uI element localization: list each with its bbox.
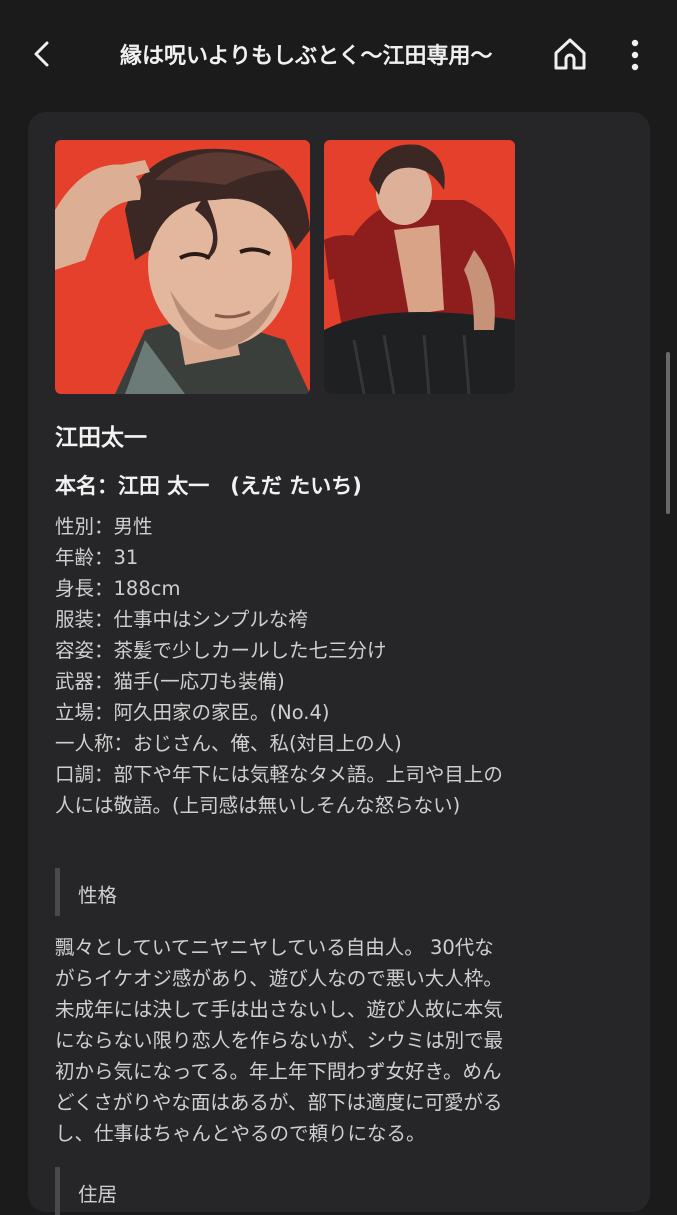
personality-line: し、仕事はちゃんとやるので頼りになる。 <box>55 1122 426 1145</box>
profile-line-age: 年齢：31 <box>55 546 139 569</box>
profile-line-pronoun: 一人称：おじさん、俺、私(対目上の人) <box>55 732 402 755</box>
personality-line: がらイケオジ感があり、遊び人なので悪い大人枠。 <box>55 967 503 990</box>
profile-line-speech-cont: 人には敬語。(上司感は無いしそんな怒らない) <box>55 794 461 817</box>
section-accent-bar <box>55 1167 60 1215</box>
page-title: 縁は呪いよりもしぶとく〜江田専用〜 <box>120 44 493 69</box>
more-vertical-icon <box>631 39 639 71</box>
personality-line: にならない限り恋人を作らないが、シウミは別で最 <box>55 1029 504 1052</box>
section-residence-label: 住居 <box>78 1183 118 1206</box>
back-button[interactable] <box>22 34 62 74</box>
profile-line-height: 身長：188cm <box>55 577 181 600</box>
profile-line-position: 立場：阿久田家の家臣。(No.4) <box>55 701 330 724</box>
personality-line: 飄々としていてニヤニヤしている自由人。 30代な <box>55 936 494 959</box>
character-real-name: 本名：江田 太一 (えだ たいち) <box>55 474 362 498</box>
character-card: 江田太一 本名：江田 太一 (えだ たいち) 性別：男性 年齢：31 身長：18… <box>28 112 650 1215</box>
scrollbar-thumb[interactable] <box>666 352 670 514</box>
more-options-button[interactable] <box>618 34 652 76</box>
profile-line-speech: 口調：部下や年下には気軽なタメ語。上司や目上の <box>55 763 503 786</box>
section-accent-bar <box>55 868 60 916</box>
profile-line-weapon: 武器：猫手(一応刀も装備) <box>55 670 285 693</box>
profile-details: 性別：男性 年齢：31 身長：188cm 服装：仕事中はシンプルな袴 容姿：茶髪… <box>55 511 635 821</box>
portrait-closeup-illustration <box>55 140 310 394</box>
portrait-fullbody-illustration <box>324 140 515 394</box>
profile-line-appearance: 容姿：茶髪で少しカールした七三分け <box>55 639 387 662</box>
profile-line-gender: 性別：男性 <box>55 515 153 538</box>
portrait-fullbody-image[interactable] <box>324 140 515 394</box>
home-button[interactable] <box>548 32 592 76</box>
section-residence-header: 住居 <box>55 1167 635 1215</box>
portrait-closeup-image[interactable] <box>55 140 310 394</box>
home-icon <box>554 38 586 70</box>
chevron-left-icon <box>34 41 49 67</box>
personality-text: 飄々としていてニヤニヤしている自由人。 30代な がらイケオジ感があり、遊び人な… <box>55 932 635 1149</box>
section-personality-label: 性格 <box>78 884 118 907</box>
profile-line-clothing: 服装：仕事中はシンプルな袴 <box>55 608 308 631</box>
top-app-bar: 縁は呪いよりもしぶとく〜江田専用〜 <box>0 0 677 110</box>
personality-line: 初から気になってる。年上年下問わず女好き。めん <box>55 1060 502 1083</box>
personality-line: どくさがりやな面はあるが、部下は適度に可愛がる <box>55 1091 503 1114</box>
personality-line: 未成年には決して手は出さないし、遊び人故に本気 <box>55 998 503 1021</box>
character-name: 江田太一 <box>55 425 147 451</box>
section-personality-header: 性格 <box>55 868 635 916</box>
